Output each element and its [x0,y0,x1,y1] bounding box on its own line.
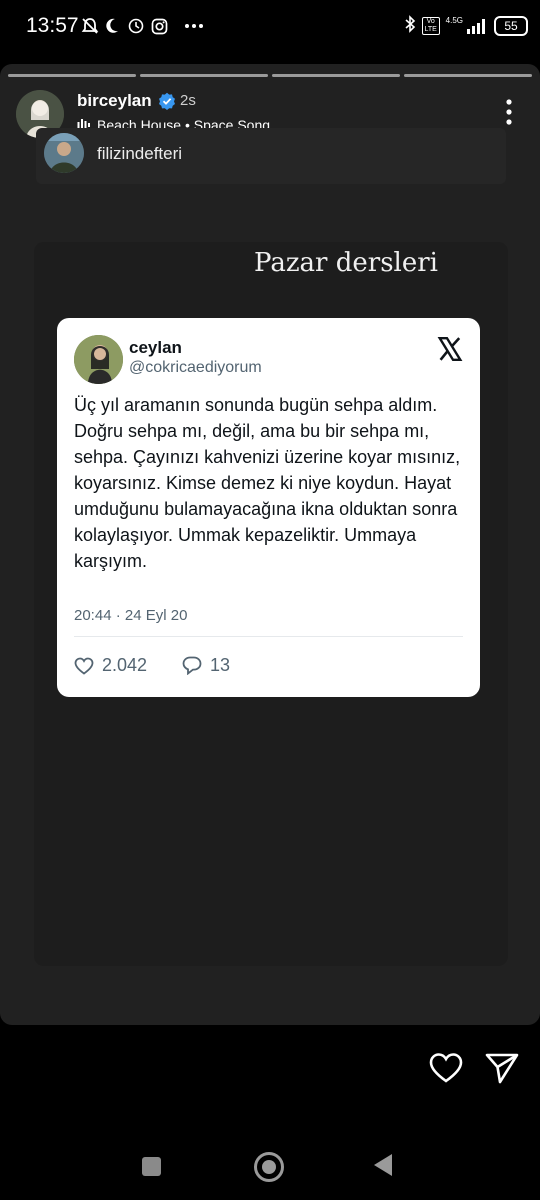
signal-icon: 4.5G [445,16,488,34]
bluetooth-icon [404,14,416,38]
back-button[interactable] [374,1154,392,1176]
clock-icon [128,15,144,37]
story-progress [8,74,532,77]
more-notifications-icon [184,15,204,37]
tweet-avatar [74,335,123,384]
progress-segment [8,74,136,77]
story-overlay-text: Pazar dersleri [254,248,438,278]
tweet-card[interactable]: ceylan @cokricaediyorum Üç yıl aramanın … [57,318,480,697]
volte-badge: Vo LTE [421,17,440,35]
instagram-icon [151,15,168,37]
tweet-date: 20:44 · 24 Eyl 20 [74,607,188,624]
tweet-author-handle: @cokricaediyorum [129,359,262,376]
home-button[interactable] [254,1152,284,1182]
recent-apps-button[interactable] [142,1157,161,1176]
mention-sticker[interactable]: filizindefteri [36,128,506,184]
divider [74,636,463,637]
x-logo-icon [437,336,463,362]
like-story-heart-icon[interactable] [428,1050,464,1086]
story-timestamp: 2s [180,92,196,109]
likes-count: 2.042 [102,655,148,675]
progress-segment [272,74,400,77]
more-options-icon[interactable] [504,98,514,126]
heart-outline-icon [74,657,94,675]
network-type: 4.5G [445,16,463,25]
story-author-name[interactable]: birceylan [77,91,176,111]
reply-bubble-icon [182,656,202,675]
tweet-replies: 13 [182,655,230,676]
status-bar: 13:57 Vo LTE 4.5G 55 [0,0,540,52]
tweet-body: Üç yıl aramanın sonunda bugün sehpa aldı… [74,395,461,571]
mention-avatar [44,133,84,173]
progress-segment [404,74,532,77]
do-not-disturb-off-icon [80,15,100,37]
tweet-author-name: ceylan [129,338,182,357]
progress-segment [140,74,268,77]
battery-indicator: 55 [494,16,528,36]
share-paper-plane-icon[interactable] [484,1050,520,1086]
verified-badge-icon [158,92,175,110]
replies-count: 13 [210,655,231,675]
status-time: 13:57 [26,14,79,37]
system-navigation-bar [0,1128,540,1200]
username[interactable]: birceylan [77,91,152,111]
mention-username[interactable]: filizindefteri [97,144,182,164]
tweet-likes: 2.042 [74,655,147,676]
moon-icon [104,15,120,37]
